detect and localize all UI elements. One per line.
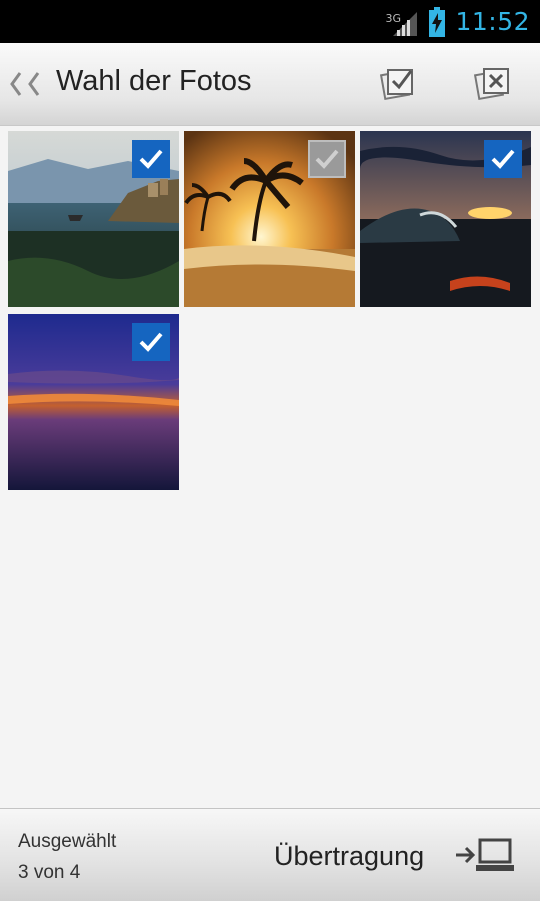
checkmark-icon [487, 143, 519, 175]
checkmark-disabled-icon [310, 142, 344, 176]
photo-3-checkbox[interactable] [484, 140, 522, 178]
transfer-button[interactable]: Übertragung [270, 829, 530, 885]
checkmark-icon [135, 143, 167, 175]
stack-check-icon [379, 69, 413, 101]
arrow-to-computer-icon [456, 838, 514, 871]
status-bar: 3G 11:52 [0, 0, 540, 43]
selected-count: 3 von 4 [18, 862, 81, 883]
battery-charging-icon [429, 6, 446, 37]
page-title: Wahl der Fotos [56, 65, 252, 97]
stack-x-icon [473, 68, 509, 101]
action-bar: Wahl der Fotos [0, 43, 540, 126]
select-all-button[interactable] [378, 61, 422, 105]
signal-icon: 3G [385, 6, 419, 38]
network-type: 3G [385, 11, 401, 25]
deselect-all-button[interactable] [472, 61, 516, 105]
transfer-label: Übertragung [274, 841, 425, 871]
photo-tile-4[interactable] [8, 314, 179, 490]
bottom-bar: Ausgewählt 3 von 4 Übertragung [0, 808, 540, 901]
photo-tile-2[interactable] [184, 131, 355, 307]
photo-2-checkbox[interactable] [308, 140, 346, 178]
photo-1-checkbox[interactable] [132, 140, 170, 178]
photo-tile-1[interactable] [8, 131, 179, 307]
back-chevrons-icon[interactable] [8, 69, 48, 99]
photo-4-checkbox[interactable] [132, 323, 170, 361]
clock: 11:52 [455, 7, 530, 36]
selected-label: Ausgewählt [18, 831, 117, 852]
photo-tile-3[interactable] [360, 131, 531, 307]
checkmark-icon [135, 326, 167, 358]
